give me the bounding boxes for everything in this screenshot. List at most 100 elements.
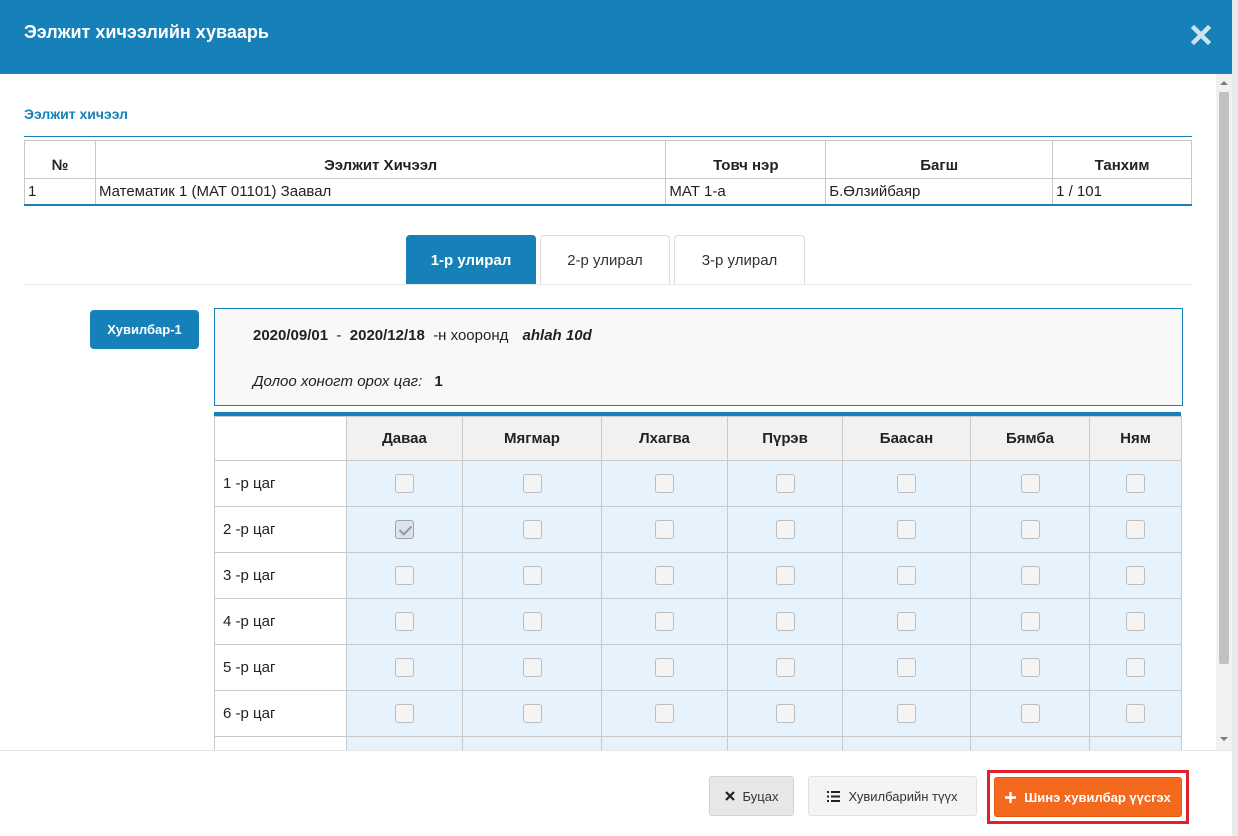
new-variant-button[interactable]: Шинэ хувилбар үүсгэх — [994, 777, 1182, 817]
schedule-checkbox[interactable] — [775, 658, 795, 677]
schedule-cell — [346, 598, 463, 645]
schedule-cell — [727, 690, 843, 737]
schedule-checkbox[interactable] — [1020, 474, 1040, 493]
period-label: 3 -р цаг — [214, 552, 347, 599]
schedule-checkbox[interactable] — [655, 566, 674, 585]
schedule-cell — [727, 736, 843, 750]
schedule-checkbox[interactable] — [775, 474, 795, 493]
schedule-cell — [727, 644, 843, 691]
schedule-cell — [462, 690, 602, 737]
modal-footer: Буцах Хувилбарийн түүх Шинэ хувилбар үүс… — [0, 750, 1232, 836]
variant-button[interactable]: Хувилбар-1 — [90, 310, 199, 349]
schedule-checkbox[interactable] — [1020, 566, 1040, 585]
schedule-checkbox[interactable] — [655, 658, 674, 677]
schedule-checkbox[interactable] — [1126, 612, 1145, 631]
tab-semester-3[interactable]: 3-р улирал — [674, 235, 805, 285]
schedule-checkbox[interactable] — [522, 474, 542, 493]
day-header: Ням — [1089, 416, 1182, 461]
schedule-checkbox[interactable] — [1126, 474, 1145, 493]
schedule-checkbox[interactable] — [897, 566, 916, 585]
start-date: 2020/09/01 — [253, 327, 329, 344]
scrollbar[interactable] — [1216, 74, 1232, 750]
schedule-checkbox[interactable] — [522, 566, 542, 585]
page-background — [1232, 0, 1238, 836]
schedule-cell — [462, 736, 602, 750]
schedule-cell — [727, 598, 843, 645]
scroll-thumb[interactable] — [1219, 92, 1229, 664]
schedule-checkbox[interactable] — [897, 704, 916, 723]
back-label: Буцах — [742, 788, 779, 804]
schedule-cell — [727, 552, 843, 599]
schedule-checkbox[interactable] — [522, 658, 542, 677]
schedule-cell — [842, 644, 971, 691]
schedule-checkbox[interactable] — [775, 566, 795, 585]
schedule-cell — [346, 552, 463, 599]
schedule-cell — [1089, 460, 1182, 507]
tab-semester-2[interactable]: 2-р улирал — [540, 235, 670, 285]
schedule-checkbox[interactable] — [1126, 520, 1145, 539]
schedule-checkbox[interactable] — [897, 658, 916, 677]
schedule-row: 1 -р цаг — [214, 460, 1182, 507]
schedule-cell — [462, 506, 602, 553]
lesson-table-header: № Ээлжит Хичээл Товч нэр Багш Танхим — [24, 140, 1192, 179]
schedule-cell — [346, 460, 463, 507]
schedule-checkbox[interactable] — [775, 704, 795, 723]
schedule-checkbox[interactable] — [655, 704, 674, 723]
schedule-checkbox[interactable] — [897, 612, 916, 631]
schedule-row — [214, 736, 1182, 750]
period-label: 2 -р цаг — [214, 506, 347, 553]
new-variant-label: Шинэ хувилбар үүсгэх — [1024, 789, 1171, 805]
schedule-checkbox[interactable] — [395, 704, 414, 723]
date-range: 2020/09/01 - 2020/12/18 -н хооронд ahlah… — [253, 327, 592, 344]
schedule-checkbox[interactable] — [655, 474, 674, 493]
schedule-checkbox[interactable] — [395, 612, 414, 631]
modal-title: Ээлжит хичээлийн хуваарь — [24, 22, 269, 42]
schedule-cell — [842, 552, 971, 599]
schedule-checkbox[interactable] — [395, 658, 414, 677]
schedule-checkbox[interactable] — [395, 474, 414, 493]
schedule-corner — [214, 416, 347, 461]
schedule-checkbox[interactable] — [897, 474, 916, 493]
day-header: Бямба — [970, 416, 1090, 461]
schedule-checkbox[interactable] — [1020, 658, 1040, 677]
schedule-checkbox[interactable] — [897, 520, 916, 539]
schedule-checkbox[interactable] — [1020, 704, 1040, 723]
schedule-checkbox[interactable] — [1126, 658, 1145, 677]
cell-lesson: Математик 1 (MAT 01101) Заавал — [94, 178, 667, 206]
back-button[interactable]: Буцах — [709, 776, 794, 816]
schedule-checkbox[interactable] — [655, 520, 674, 539]
schedule-checkbox[interactable] — [655, 612, 674, 631]
tab-semester-1[interactable]: 1-р улирал — [406, 235, 536, 285]
schedule-row: 6 -р цаг — [214, 690, 1182, 737]
schedule-checkbox[interactable] — [395, 566, 414, 585]
period-label: 4 -р цаг — [214, 598, 347, 645]
day-header: Баасан — [842, 416, 971, 461]
schedule-checkbox[interactable] — [1020, 612, 1040, 631]
schedule-cell — [462, 460, 602, 507]
close-button[interactable] — [1190, 24, 1212, 46]
schedule-checkbox[interactable] — [522, 704, 542, 723]
schedule-cell — [842, 736, 971, 750]
scroll-up-icon[interactable] — [1216, 78, 1232, 88]
schedule-checkbox[interactable] — [1126, 566, 1145, 585]
schedule-checkbox[interactable] — [522, 520, 542, 539]
history-button[interactable]: Хувилбарийн түүх — [808, 776, 977, 816]
cell-short-name: МАТ 1-а — [665, 178, 827, 206]
schedule-checkbox[interactable] — [395, 520, 414, 539]
schedule-cell — [842, 598, 971, 645]
schedule-cell — [970, 598, 1090, 645]
scroll-down-icon[interactable] — [1216, 734, 1232, 744]
history-label: Хувилбарийн түүх — [848, 788, 958, 804]
schedule-cell — [601, 690, 728, 737]
schedule-cell — [1089, 690, 1182, 737]
schedule-checkbox[interactable] — [775, 520, 795, 539]
variant-name: ahlah 10d — [522, 327, 592, 344]
schedule-checkbox[interactable] — [1020, 520, 1040, 539]
schedule-cell — [462, 598, 602, 645]
schedule-checkbox[interactable] — [522, 612, 542, 631]
schedule-cell — [601, 460, 728, 507]
schedule-cell — [462, 644, 602, 691]
schedule-checkbox[interactable] — [1126, 704, 1145, 723]
table-row: 1 Математик 1 (MAT 01101) Заавал МАТ 1-а… — [24, 178, 1192, 206]
schedule-checkbox[interactable] — [775, 612, 795, 631]
